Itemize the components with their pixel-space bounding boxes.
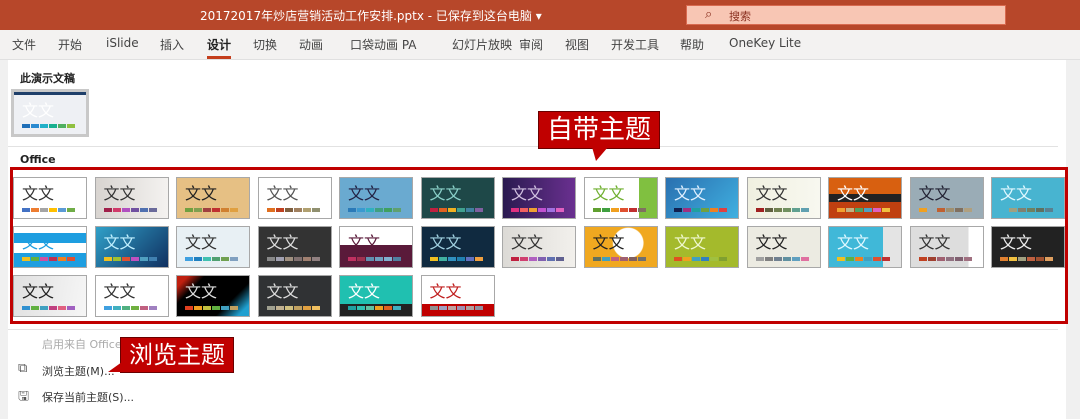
sample-text: 文文 <box>22 101 55 120</box>
swatch <box>40 124 48 128</box>
tab-9[interactable]: 审阅 <box>519 36 543 53</box>
section-current-presentation: 此演示文稿 <box>20 72 75 85</box>
section-office: Office <box>20 153 56 166</box>
title-bar: 20172017年炒店营销活动工作安排.pptx - 已保存到这台电脑 ▾ ⌕ … <box>0 0 1080 30</box>
highlight-box <box>10 167 1068 324</box>
swatch <box>58 124 66 128</box>
ribbon-tabs: 文件 开始 iSlide 插入 设计 切换 动画 口袋动画 PA 幻灯片放映 审阅 视图 开发工具 帮助… <box>0 30 1080 60</box>
callout-pointer <box>592 147 608 161</box>
tab-3[interactable]: 插入 <box>160 36 184 53</box>
document-title[interactable]: 20172017年炒店营销活动工作安排.pptx - 已保存到这台电脑 ▾ <box>200 7 542 24</box>
tab-1[interactable]: 开始 <box>58 36 82 53</box>
tab-4[interactable]: 设计 <box>207 36 232 59</box>
menu-browse-themes[interactable]: 浏览主题(M)... <box>42 363 115 379</box>
search-box[interactable]: ⌕ 搜索 <box>686 5 1006 25</box>
search-placeholder: 搜索 <box>729 10 751 23</box>
swatch <box>22 124 30 128</box>
tab-2[interactable]: iSlide <box>106 36 139 50</box>
menu-save-current-theme[interactable]: 保存当前主题(S)... <box>42 389 134 405</box>
tab-6[interactable]: 动画 <box>299 36 323 53</box>
current-theme-thumbnail[interactable]: 文文 <box>11 89 89 137</box>
scrollbar[interactable] <box>1066 60 1080 419</box>
tab-11[interactable]: 开发工具 <box>611 36 659 53</box>
tab-10[interactable]: 视图 <box>565 36 589 53</box>
callout-pointer <box>108 362 122 372</box>
tab-5[interactable]: 切换 <box>253 36 277 53</box>
tab-0[interactable]: 文件 <box>12 36 36 53</box>
swatch <box>49 124 57 128</box>
left-edge <box>0 60 8 419</box>
tab-8[interactable]: 幻灯片放映 <box>452 36 512 53</box>
tab-13[interactable]: OneKey Lite <box>729 36 801 50</box>
swatch <box>31 124 39 128</box>
browse-theme-icon: ⧉ <box>18 361 28 376</box>
callout-builtin-themes: 自带主题 <box>538 111 661 149</box>
tab-7[interactable]: 口袋动画 PA <box>350 36 417 53</box>
callout-browse-themes: 浏览主题 <box>120 337 234 373</box>
search-icon: ⌕ <box>705 7 713 22</box>
swatch <box>67 124 75 128</box>
color-swatches <box>22 124 75 128</box>
tab-12[interactable]: 帮助 <box>680 36 704 53</box>
save-icon: 🖫 <box>18 389 30 404</box>
